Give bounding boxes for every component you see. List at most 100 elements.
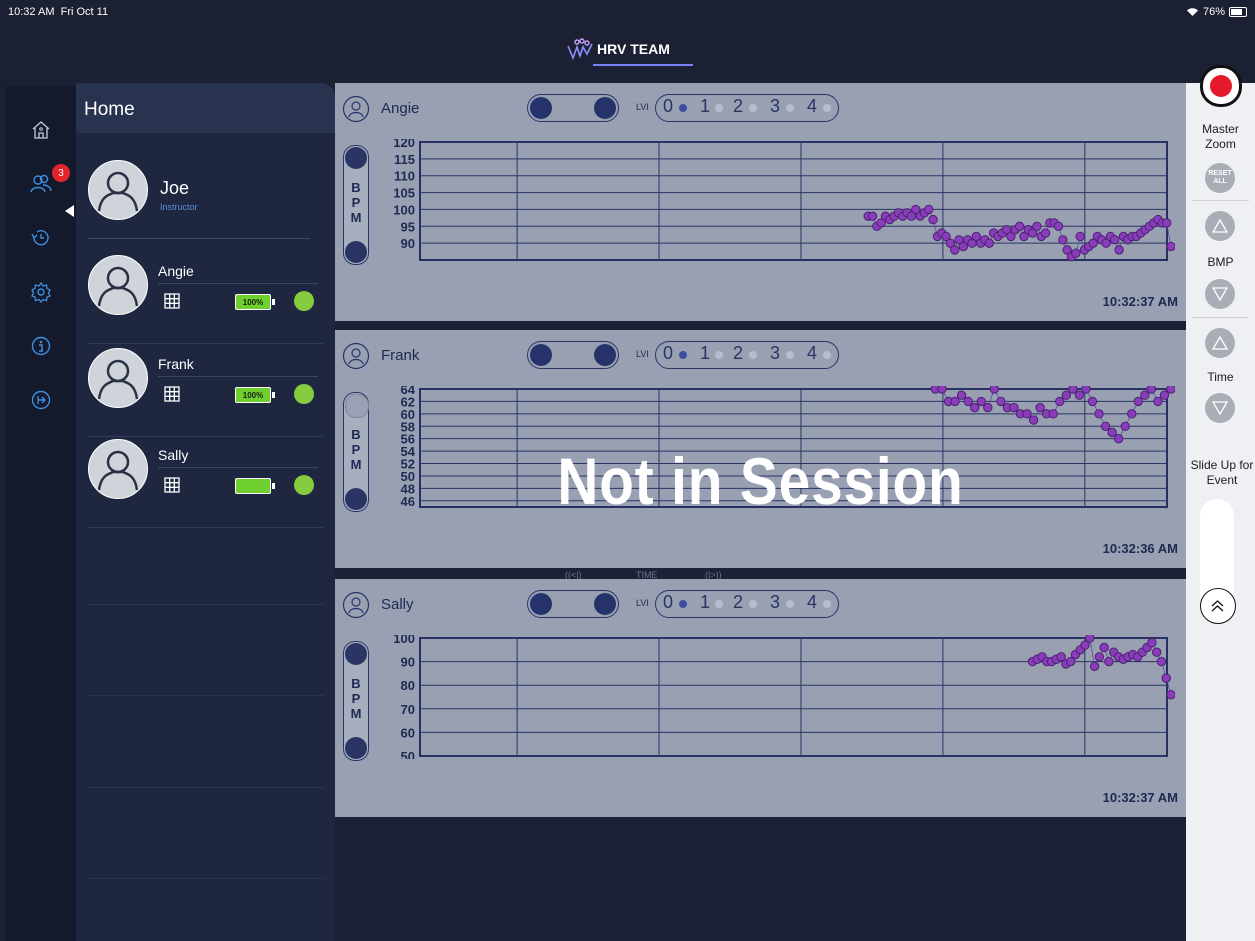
- lvi-label: LVI: [636, 598, 649, 608]
- status-time-date: 10:32 AM Fri Oct 11: [8, 6, 108, 18]
- user-icon[interactable]: [342, 95, 370, 123]
- grid-icon[interactable]: [164, 293, 180, 309]
- lvi-level[interactable]: 3: [770, 96, 780, 117]
- lvi-level[interactable]: 0: [663, 343, 673, 364]
- link-icon[interactable]: [294, 475, 314, 495]
- member-row[interactable]: Sally: [88, 435, 324, 528]
- grid-view-icon[interactable]: [594, 97, 616, 119]
- user-icon[interactable]: [342, 591, 370, 619]
- data-point: [1161, 673, 1171, 683]
- data-point: [1094, 409, 1104, 419]
- link-icon[interactable]: [294, 291, 314, 311]
- lvi-level[interactable]: 2: [733, 343, 743, 364]
- lvi-level[interactable]: 0: [663, 592, 673, 613]
- nav-logout[interactable]: [28, 387, 54, 413]
- lvi-dot: [679, 600, 687, 608]
- data-point: [1113, 433, 1124, 444]
- chart-timestamp: 10:32:37 AM: [1102, 294, 1178, 309]
- lvi-dot: [786, 600, 794, 608]
- lvi-selector[interactable]: 0 1 2 3 4: [655, 341, 839, 369]
- member-row[interactable]: Angie 100%: [88, 251, 324, 344]
- lvi-level[interactable]: 4: [807, 592, 817, 613]
- grid-icon[interactable]: [164, 386, 180, 402]
- view-toggle[interactable]: [527, 590, 619, 618]
- sidebar-divider: [1192, 200, 1249, 201]
- lvi-dot: [679, 104, 687, 112]
- grid-icon[interactable]: [164, 477, 180, 493]
- user-icon[interactable]: [342, 342, 370, 370]
- nav-home[interactable]: [28, 117, 54, 143]
- zoom-up-button[interactable]: [345, 643, 367, 665]
- y-tick-label: 100: [393, 202, 415, 217]
- lvi-level[interactable]: 4: [807, 96, 817, 117]
- view-toggle[interactable]: [527, 94, 619, 122]
- person-icon: [97, 450, 139, 491]
- grid-view-icon[interactable]: [594, 593, 616, 615]
- control-sidebar: Master Zoom RESET ALL BMP Time Slide Up …: [1186, 65, 1255, 941]
- nav-team[interactable]: [28, 171, 54, 197]
- lvi-level[interactable]: 1: [700, 96, 710, 117]
- data-point: [1009, 402, 1019, 413]
- grid-view-icon[interactable]: [594, 344, 616, 366]
- list-divider: [88, 787, 324, 788]
- y-tick-label: 110: [394, 169, 415, 184]
- lvi-selector[interactable]: 0 1 2 3 4: [655, 94, 839, 122]
- data-point: [1089, 661, 1100, 672]
- instructor-card[interactable]: Joe Instructor: [88, 156, 310, 239]
- y-tick-label: 64: [401, 386, 416, 397]
- nav-history[interactable]: [28, 225, 54, 251]
- brand-name: HRV TEAM: [597, 41, 670, 57]
- home-panel: Home Joe Instructor Angie 100% Frank 100…: [76, 83, 335, 941]
- zoom-down-button[interactable]: [345, 241, 367, 263]
- lvi-level[interactable]: 2: [733, 96, 743, 117]
- time-zoom-in-button[interactable]: [1205, 328, 1235, 358]
- brand-underline: [593, 64, 693, 66]
- bpm-zoom-control: BPM: [343, 641, 369, 761]
- data-point: [1100, 421, 1111, 431]
- move-icon[interactable]: [530, 344, 552, 366]
- lvi-level[interactable]: 2: [733, 592, 743, 613]
- lvi-level[interactable]: 3: [770, 592, 780, 613]
- zoom-down-button[interactable]: [345, 737, 367, 759]
- data-point: [1055, 396, 1065, 407]
- zoom-up-button[interactable]: [345, 147, 367, 169]
- move-icon[interactable]: [530, 97, 552, 119]
- zoom-down-button[interactable]: [345, 488, 367, 510]
- record-button[interactable]: [1200, 65, 1242, 107]
- data-point: [983, 402, 993, 413]
- lvi-dot: [749, 351, 757, 359]
- lvi-level[interactable]: 0: [663, 96, 673, 117]
- zoom-up-button[interactable]: [345, 394, 369, 418]
- nav-info[interactable]: [28, 333, 54, 359]
- bmp-label: BMP: [1207, 255, 1234, 269]
- brand-logo: HRV TEAM: [567, 38, 693, 66]
- reset-all-button[interactable]: RESET ALL: [1205, 163, 1235, 193]
- plot-frame: [419, 141, 1168, 261]
- bpm-plot[interactable]: 90 95 100105 110 115 120: [375, 139, 1175, 263]
- bpm-zoom-in-button[interactable]: [1205, 211, 1235, 241]
- lvi-level[interactable]: 3: [770, 343, 780, 364]
- event-slider-knob[interactable]: [1200, 588, 1236, 624]
- nav-settings[interactable]: [28, 279, 54, 305]
- member-row[interactable]: Frank 100%: [88, 344, 324, 437]
- lvi-level[interactable]: 4: [807, 343, 817, 364]
- member-divider: [158, 376, 318, 377]
- lvi-level[interactable]: 1: [700, 343, 710, 364]
- data-point: [1166, 241, 1175, 252]
- list-divider: [88, 878, 324, 879]
- lvi-dot: [823, 351, 831, 359]
- team-notification-badge: 3: [52, 164, 70, 182]
- bpm-zoom-out-button[interactable]: [1205, 279, 1235, 309]
- triangle-up-icon: [1211, 218, 1229, 233]
- link-icon[interactable]: [294, 384, 314, 404]
- bpm-plot[interactable]: 50 60 70 80 90 100: [375, 635, 1175, 759]
- avatar: [88, 255, 148, 315]
- lvi-selector[interactable]: 0 1 2 3 4: [655, 590, 839, 618]
- move-icon[interactable]: [530, 593, 552, 615]
- lvi-dot: [749, 600, 757, 608]
- data-point: [867, 211, 878, 221]
- time-zoom-out-button[interactable]: [1205, 393, 1235, 423]
- view-toggle[interactable]: [527, 341, 619, 369]
- lvi-level[interactable]: 1: [700, 592, 710, 613]
- y-tick-label: 105: [393, 186, 415, 201]
